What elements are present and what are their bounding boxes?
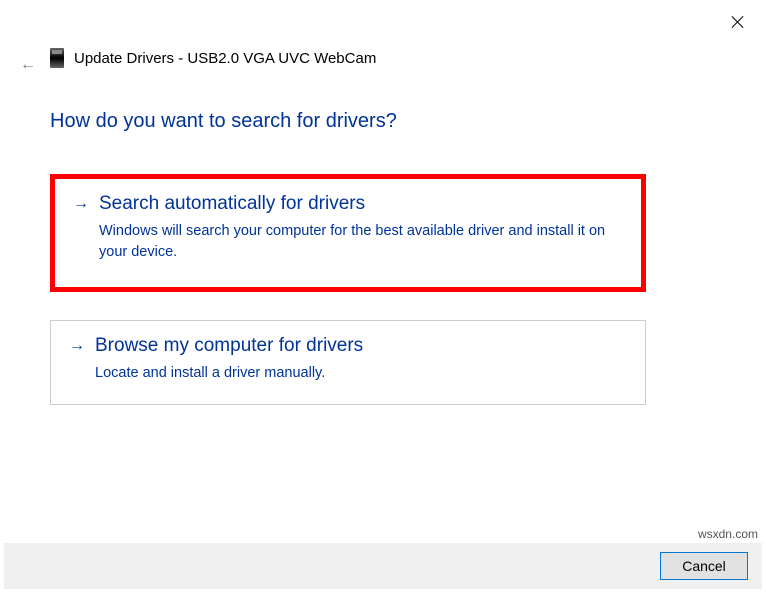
dialog-footer: Cancel (4, 543, 762, 589)
arrow-right-icon: → (73, 195, 89, 213)
option-header: → Search automatically for drivers (73, 193, 623, 215)
cancel-button[interactable]: Cancel (660, 552, 748, 580)
option-title: Search automatically for drivers (99, 193, 365, 215)
watermark: wsxdn.com (698, 527, 758, 541)
window-title-row: Update Drivers - USB2.0 VGA UVC WebCam (50, 48, 376, 68)
arrow-right-icon: → (69, 337, 85, 355)
options-list: → Search automatically for drivers Windo… (50, 174, 646, 405)
back-arrow-icon[interactable]: ← (20, 56, 36, 74)
option-description: Locate and install a driver manually. (95, 363, 627, 384)
close-icon[interactable] (730, 14, 746, 30)
page-heading: How do you want to search for drivers? (50, 110, 397, 133)
option-header: → Browse my computer for drivers (69, 335, 627, 357)
window-title: Update Drivers - USB2.0 VGA UVC WebCam (74, 50, 376, 67)
option-description: Windows will search your computer for th… (99, 221, 623, 263)
option-search-automatically[interactable]: → Search automatically for drivers Windo… (50, 174, 646, 292)
option-browse-computer[interactable]: → Browse my computer for drivers Locate … (50, 320, 646, 405)
device-icon (50, 48, 64, 68)
option-title: Browse my computer for drivers (95, 335, 363, 357)
